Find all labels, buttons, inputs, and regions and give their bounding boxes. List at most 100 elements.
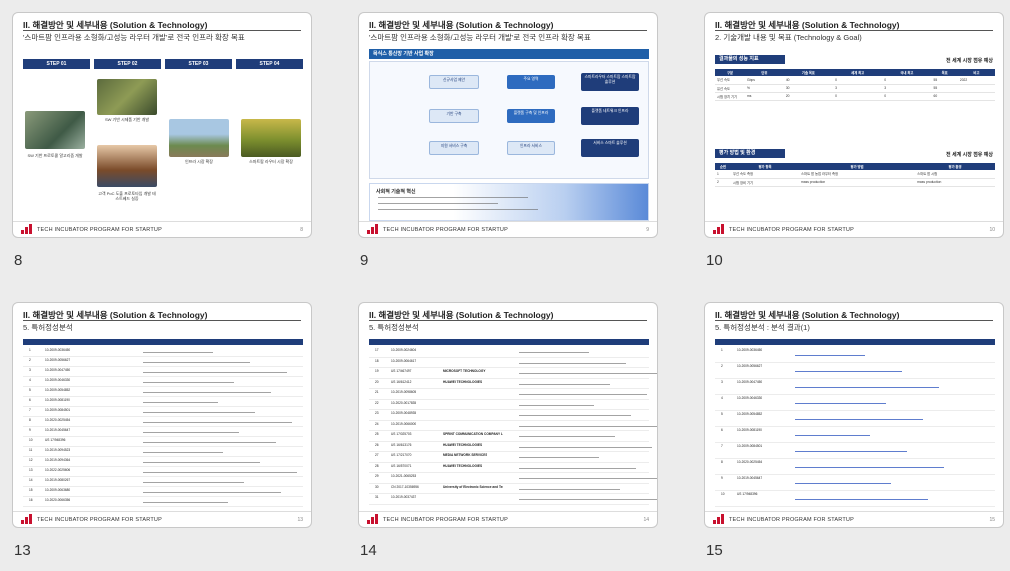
- step-label: STEP 03: [165, 59, 232, 69]
- table-row: 6 10-2009-0081190: [715, 427, 995, 443]
- text-line: [143, 492, 281, 494]
- diagram-box: 서비스 스마트 솔루션: [581, 139, 639, 157]
- row-index: 2: [721, 364, 723, 368]
- table-row: 2 10-2009-0056627: [715, 363, 995, 379]
- row-index: 30: [375, 484, 379, 489]
- section-note: 전 세계 시장 점유 예상: [946, 152, 993, 158]
- text-line: [519, 425, 657, 427]
- assignee: University of Electronic Science and Tec…: [443, 484, 503, 489]
- table-row: 10 US 17/948396: [715, 491, 995, 507]
- patent-number: 10-2009-0064617: [391, 358, 417, 363]
- text-line: [143, 462, 260, 464]
- patent-number: 10-2020-0025454: [737, 460, 763, 464]
- text-line: [519, 373, 657, 375]
- circuit-board-photo: [25, 111, 85, 149]
- patent-number: 10-2009-0048935: [391, 411, 417, 415]
- slide-thumbnail-10[interactable]: II. 해결방안 및 세부내용 (Solution & Technology) …: [704, 12, 1004, 238]
- patent-number: 10-2019-0037437: [391, 495, 417, 499]
- text-line: [519, 488, 620, 490]
- text-line: [519, 383, 610, 385]
- table-row: 7 10-2009-0084501: [715, 443, 995, 459]
- slide-thumbnail-9[interactable]: II. 해결방안 및 세부내용 (Solution & Technology) …: [358, 12, 658, 238]
- slide-number-label: 9: [360, 252, 369, 269]
- slide-thumbnail-14[interactable]: II. 해결방안 및 세부내용 (Solution & Technology) …: [358, 302, 658, 528]
- performance-table: 구분 단위 기술 목표 세계 최고 국내 최고 목표 비고 무선 속도 Gbps 40 0 0 55 2…: [715, 69, 995, 101]
- text-line: [143, 402, 218, 404]
- row-index: 16: [29, 498, 33, 502]
- patent-number: 10-2009-0081190: [737, 428, 762, 432]
- text-line: [143, 392, 271, 394]
- row-index: 19: [375, 369, 379, 373]
- text-line: [519, 394, 647, 396]
- patent-number: US 16/612412: [391, 379, 412, 384]
- slide-thumbnail-8[interactable]: II. 해결방안 및 세부내용 (Solution & Technology) …: [12, 12, 312, 238]
- slide-footer: TECH INCUBATOR PROGRAM FOR STARTUP 14: [359, 511, 657, 527]
- row-index: 3: [29, 368, 31, 372]
- table-header: [23, 339, 303, 345]
- patent-number: 10-2009-0056627: [45, 358, 71, 362]
- table-row: 11 10-2019-0094523: [23, 447, 303, 457]
- person-photo: [97, 145, 157, 187]
- row-index: 8: [721, 460, 723, 464]
- step-label: STEP 02: [94, 59, 161, 69]
- text-line: [378, 209, 538, 211]
- assignee: MICROSOFT TECHNOLOGY: [443, 369, 486, 373]
- row-index: 26: [375, 442, 379, 447]
- step-caption: 고객 PoC 도출 프로토타입 개발 테스트베드 실증: [98, 191, 156, 201]
- text-line: [795, 419, 923, 421]
- diagram-box: 스마트라우터 스마트팜 스마트팜 솔루션: [581, 73, 639, 91]
- diagram-box: 기반 구축: [429, 109, 479, 123]
- text-line: [143, 352, 213, 354]
- table-row: 13 10-2022-0025606: [23, 467, 303, 477]
- row-index: 12: [29, 458, 33, 462]
- row-index: 31: [375, 495, 379, 499]
- table-row: 15 10-2009-0063680: [23, 487, 303, 497]
- table-row: 10 US 17/948396: [23, 437, 303, 447]
- table-row: 시험 장치 기기 ms 20 0 0 60: [715, 92, 995, 101]
- text-line: [143, 432, 239, 434]
- assignee: MEDIA NETWORK SERVICES: [443, 453, 488, 457]
- slide-thumbnail-13[interactable]: II. 해결방안 및 세부내용 (Solution & Technology) …: [12, 302, 312, 528]
- table-row: 16 10-2020-0066356: [23, 497, 303, 507]
- table-row: 29 10-2021-0065253: [369, 473, 657, 484]
- patent-number: 10-2009-0063680: [45, 488, 71, 492]
- table-row: 5 10-2009-0054852: [715, 411, 995, 427]
- slide-thumbnail-15[interactable]: II. 해결방안 및 세부내용 (Solution & Technology) …: [704, 302, 1004, 528]
- title-divider: [715, 320, 993, 321]
- text-line: [143, 472, 297, 474]
- section-heading: 사회적 기술적 혁신: [376, 189, 416, 195]
- step-label: STEP 01: [23, 59, 90, 69]
- program-logo-icon: [713, 224, 725, 234]
- slide-subtitle: 5. 특허정성분석: [23, 323, 73, 332]
- text-line: [795, 499, 928, 501]
- patent-number: 10-2019-0080267: [45, 478, 71, 482]
- program-logo-icon: [21, 514, 33, 524]
- patent-number: US 17/025703: [391, 432, 412, 436]
- table-row: 31 10-2019-0037437: [369, 494, 657, 505]
- table-row: 19 US 17/467497 MICROSOFT TECHNOLOGY: [369, 368, 657, 379]
- row-index: 24: [375, 421, 379, 426]
- row-index: 9: [29, 428, 31, 432]
- slide-subtitle: 2. 기술개발 내용 및 목표 (Technology & Goal): [715, 33, 862, 42]
- text-line: [143, 422, 292, 424]
- slide-footer: TECH INCUBATOR PROGRAM FOR STARTUP 8: [13, 221, 311, 237]
- slide-subtitle: '스마트팜 인프라용 소형화/고성능 라우터 개발'로 전국 인프라 확장 목표: [23, 33, 245, 42]
- slide-footer: TECH INCUBATOR PROGRAM FOR STARTUP 15: [705, 511, 1003, 527]
- title-divider: [23, 30, 301, 31]
- patent-number: US 17/948396: [45, 438, 66, 442]
- section-header: 평가 방법 및 환경: [715, 149, 785, 158]
- footer-text: TECH INCUBATOR PROGRAM FOR STARTUP: [729, 227, 854, 233]
- patent-number: US 16/570071: [391, 463, 412, 468]
- patent-number: US 16/613176: [391, 442, 412, 447]
- row-index: 25: [375, 432, 379, 436]
- table-row: 3 10-2009-0047450: [715, 379, 995, 395]
- table-row: 1 10-2009-0036450: [23, 347, 303, 357]
- table-row: 9 10-2019-0045647: [715, 475, 995, 491]
- row-index: 3: [721, 380, 723, 384]
- row-index: 10: [721, 492, 725, 496]
- slide-number-label: 8: [14, 252, 23, 269]
- title-divider: [715, 30, 993, 31]
- title-divider: [23, 320, 301, 321]
- diagram-box: 플랫폼 구축 및 인프라: [507, 109, 555, 123]
- patent-table: 1 10-2009-0036450 2 10-2009-0056627 3 10-2009…: [23, 339, 303, 507]
